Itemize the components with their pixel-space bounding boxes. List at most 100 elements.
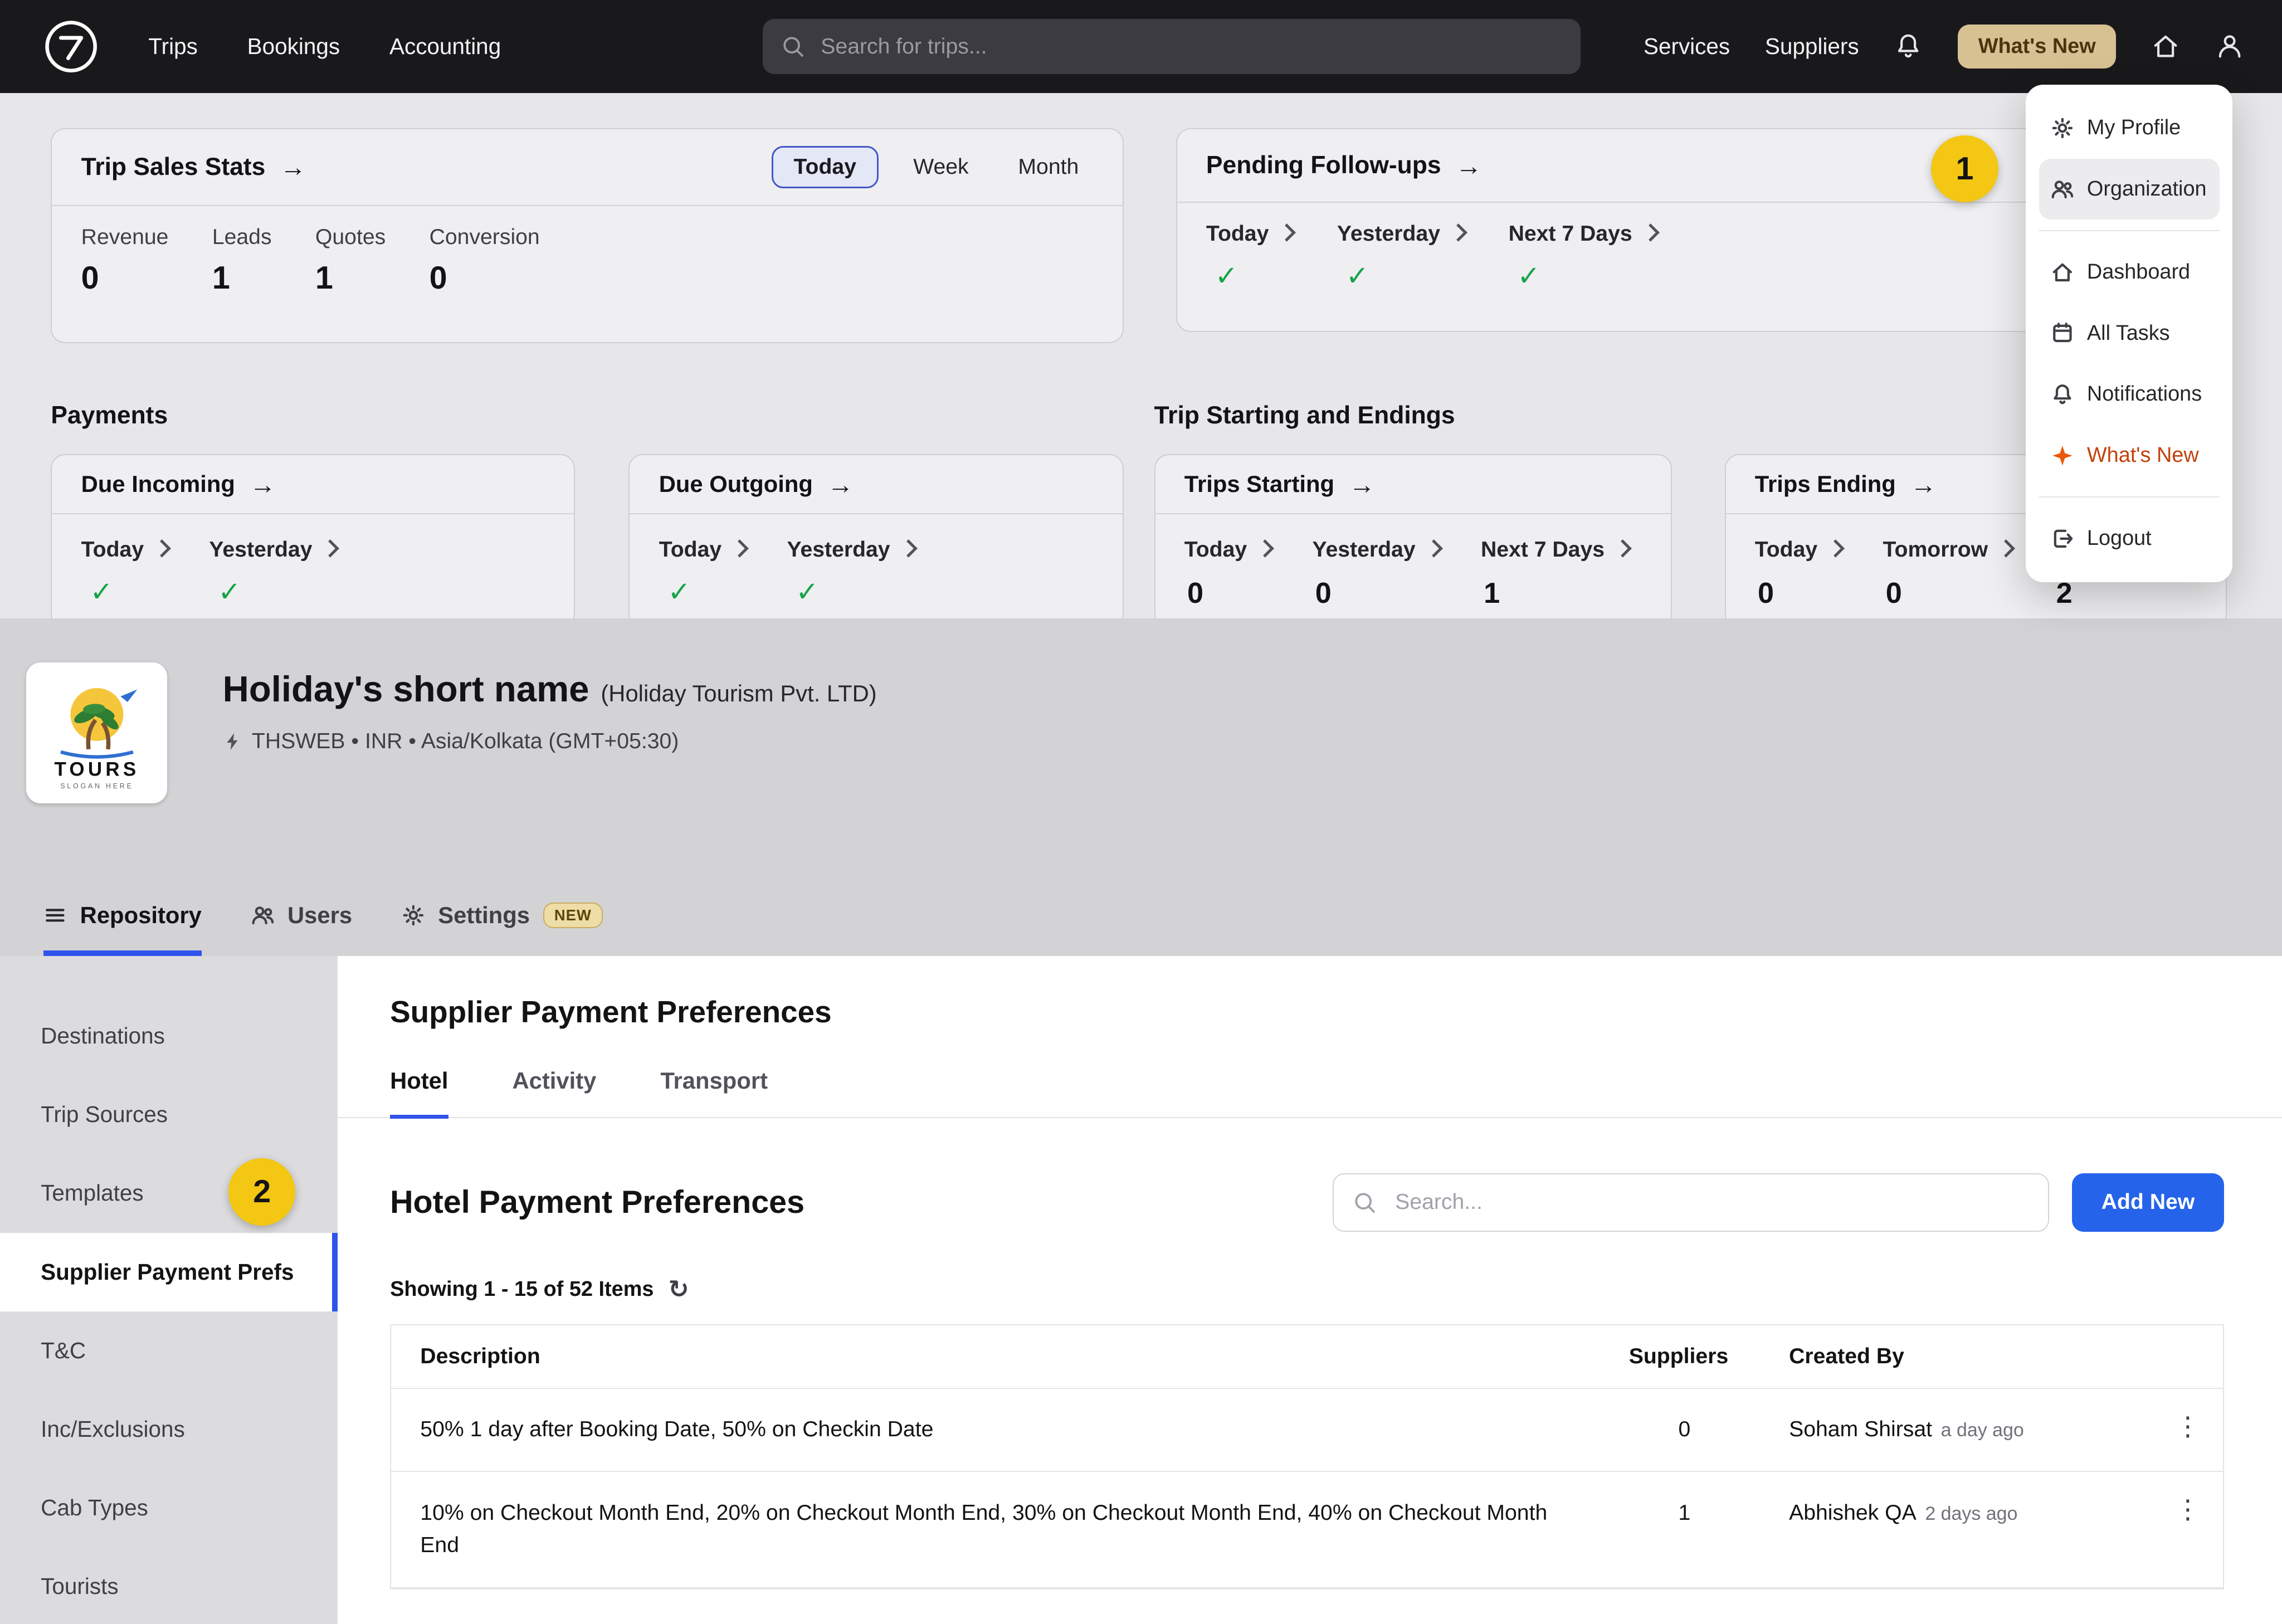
cell-description: 50% 1 day after Booking Date, 50% on Che… bbox=[391, 1389, 1600, 1471]
nav-bookings[interactable]: Bookings bbox=[247, 33, 340, 60]
row-menu-kebab-icon[interactable]: ⋮ bbox=[2153, 1389, 2222, 1471]
item-value: 1 bbox=[1484, 577, 1629, 610]
item-label: Today bbox=[659, 538, 721, 562]
nav-services[interactable]: Services bbox=[1644, 33, 1730, 60]
sparkle-icon bbox=[2051, 444, 2074, 467]
menu-item-label: What's New bbox=[2087, 443, 2199, 467]
arrow-right-icon[interactable]: → bbox=[250, 469, 276, 500]
menu-item-organization[interactable]: Organization bbox=[2039, 159, 2220, 220]
sidebar-item-trip-sources[interactable]: Trip Sources bbox=[0, 1075, 338, 1154]
table-row: 50% 1 day after Booking Date, 50% on Che… bbox=[391, 1389, 2222, 1472]
organization-legal-name: (Holiday Tourism Pvt. LTD) bbox=[601, 680, 876, 706]
menu-item-all-tasks[interactable]: All Tasks bbox=[2039, 303, 2220, 364]
trips-end-today[interactable]: Today 0 bbox=[1755, 538, 1842, 610]
refresh-icon[interactable]: ↻ bbox=[669, 1275, 689, 1304]
stat-leads: Leads 1 bbox=[212, 225, 272, 296]
arrow-right-icon[interactable]: → bbox=[1910, 469, 1937, 500]
calendar-icon bbox=[2051, 321, 2074, 345]
stat-label: Leads bbox=[212, 225, 272, 250]
menu-item-whats-new[interactable]: What's New bbox=[2039, 425, 2220, 486]
toggle-today[interactable]: Today bbox=[772, 146, 879, 188]
due-out-yesterday[interactable]: Yesterday ✓ bbox=[787, 538, 914, 608]
item-value: 0 bbox=[1886, 577, 2013, 610]
sidebar-item-tourists[interactable]: Tourists bbox=[0, 1547, 338, 1624]
stat-label: Quotes bbox=[315, 225, 386, 250]
bell-icon[interactable] bbox=[1894, 32, 1923, 61]
menu-item-notifications[interactable]: Notifications bbox=[2039, 364, 2220, 425]
global-search[interactable] bbox=[763, 19, 1581, 74]
item-value: 0 bbox=[1758, 577, 1842, 610]
logo-sub-text: SLOGAN HERE bbox=[60, 782, 133, 790]
tab-users[interactable]: Users bbox=[251, 902, 352, 956]
row-menu-kebab-icon[interactable]: ⋮ bbox=[2153, 1472, 2222, 1587]
pending-today[interactable]: Today ✓ bbox=[1206, 222, 1294, 292]
tab-settings[interactable]: Settings NEW bbox=[402, 902, 603, 956]
creator-name: Soham Shirsat bbox=[1789, 1417, 1932, 1441]
brand-logo-icon[interactable] bbox=[43, 19, 99, 74]
due-incoming-title: Due Incoming bbox=[81, 471, 235, 498]
due-in-today[interactable]: Today ✓ bbox=[81, 538, 169, 608]
item-label: Today bbox=[1184, 538, 1247, 562]
sidebar-item-inc-exclusions[interactable]: Inc/Exclusions bbox=[0, 1390, 338, 1469]
menu-item-logout[interactable]: Logout bbox=[2039, 508, 2220, 569]
gear-icon bbox=[402, 904, 425, 927]
sidebar-item-cab-types[interactable]: Cab Types bbox=[0, 1469, 338, 1547]
stat-revenue: Revenue 0 bbox=[81, 225, 169, 296]
table-search[interactable] bbox=[1333, 1173, 2049, 1231]
trips-start-today[interactable]: Today 0 bbox=[1184, 538, 1272, 610]
trips-end-tomorrow[interactable]: Tomorrow 0 bbox=[1883, 538, 2013, 610]
arrow-right-icon[interactable]: → bbox=[280, 152, 306, 182]
sidebar-item-destinations[interactable]: Destinations bbox=[0, 997, 338, 1075]
stat-quotes: Quotes 1 bbox=[315, 225, 386, 296]
global-search-input[interactable] bbox=[818, 33, 1563, 60]
topbar-right: Services Suppliers What's New bbox=[1644, 0, 2244, 93]
account-icon[interactable] bbox=[2215, 32, 2244, 61]
tab-hotel[interactable]: Hotel bbox=[390, 1067, 448, 1119]
chevron-right-icon bbox=[1826, 539, 1845, 558]
tab-label: Settings bbox=[438, 902, 530, 929]
toggle-month[interactable]: Month bbox=[1003, 146, 1093, 188]
due-in-yesterday[interactable]: Yesterday ✓ bbox=[209, 538, 337, 608]
menu-divider bbox=[2039, 496, 2220, 498]
arrow-right-icon[interactable]: → bbox=[1456, 150, 1482, 181]
chevron-right-icon bbox=[1425, 539, 1443, 558]
tab-transport[interactable]: Transport bbox=[660, 1067, 768, 1119]
trips-start-yesterday[interactable]: Yesterday 0 bbox=[1313, 538, 1440, 610]
pending-yesterday[interactable]: Yesterday ✓ bbox=[1337, 222, 1465, 292]
add-new-button[interactable]: Add New bbox=[2072, 1173, 2224, 1231]
menu-item-my-profile[interactable]: My Profile bbox=[2039, 97, 2220, 159]
trips-ending-title: Trips Ending bbox=[1755, 471, 1896, 498]
sidebar-item-tc[interactable]: T&C bbox=[0, 1311, 338, 1390]
menu-item-dashboard[interactable]: Dashboard bbox=[2039, 242, 2220, 303]
toggle-week[interactable]: Week bbox=[899, 146, 983, 188]
step-2-badge: 2 bbox=[228, 1158, 295, 1225]
stat-value: 0 bbox=[430, 260, 540, 296]
pending-next7days[interactable]: Next 7 Days ✓ bbox=[1509, 222, 1657, 292]
created-ago: 2 days ago bbox=[1925, 1503, 2017, 1524]
nav-accounting[interactable]: Accounting bbox=[389, 33, 501, 60]
arrow-right-icon[interactable]: → bbox=[1349, 469, 1375, 500]
tab-repository[interactable]: Repository bbox=[43, 902, 202, 956]
arrow-right-icon[interactable]: → bbox=[827, 469, 854, 500]
users-icon bbox=[2051, 178, 2074, 201]
trips-starting-card: Trips Starting → Today 0 Yesterday 0 Nex… bbox=[1154, 454, 1673, 618]
app: Trips Bookings Accounting Services Suppl… bbox=[0, 0, 2282, 1624]
gear-icon bbox=[2051, 116, 2074, 140]
home-icon[interactable] bbox=[2151, 32, 2180, 61]
page-title: Supplier Payment Preferences bbox=[390, 994, 2224, 1030]
table-search-input[interactable] bbox=[1392, 1189, 2030, 1216]
section-title: Hotel Payment Preferences bbox=[390, 1184, 804, 1221]
trips-start-next7days[interactable]: Next 7 Days 1 bbox=[1481, 538, 1629, 610]
check-icon: ✓ bbox=[90, 576, 168, 608]
item-label: Today bbox=[1755, 538, 1817, 562]
item-value: 0 bbox=[1315, 577, 1440, 610]
menu-divider bbox=[2039, 230, 2220, 232]
whats-new-button[interactable]: What's New bbox=[1958, 25, 2116, 69]
due-out-today[interactable]: Today ✓ bbox=[659, 538, 747, 608]
nav-suppliers[interactable]: Suppliers bbox=[1765, 33, 1859, 60]
creator-name: Abhishek QA bbox=[1789, 1501, 1917, 1525]
tab-activity[interactable]: Activity bbox=[512, 1067, 596, 1119]
nav-trips[interactable]: Trips bbox=[148, 33, 197, 60]
sidebar-item-supplier-payment-prefs[interactable]: Supplier Payment Prefs bbox=[0, 1233, 338, 1311]
item-label: Yesterday bbox=[1313, 538, 1416, 562]
